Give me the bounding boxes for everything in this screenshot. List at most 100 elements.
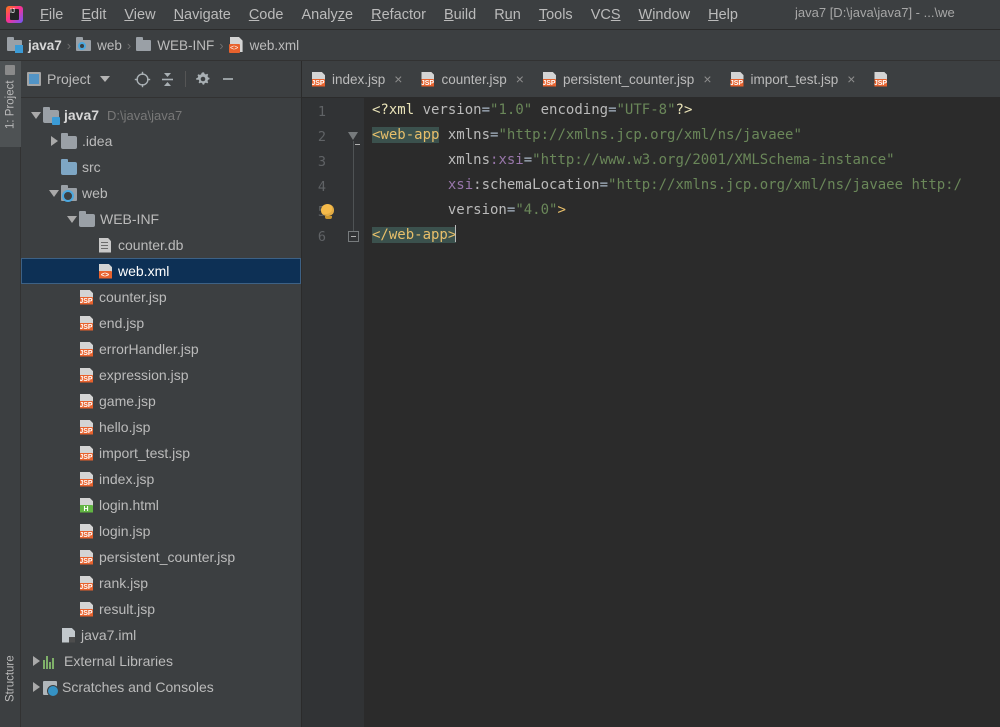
tree-row[interactable]: JSP index.jsp — [21, 466, 301, 492]
tree-row[interactable]: counter.db — [21, 232, 301, 258]
close-icon[interactable]: × — [847, 71, 855, 87]
tree-row[interactable]: JSP errorHandler.jsp — [21, 336, 301, 362]
tree-toggle-open-icon[interactable] — [29, 111, 43, 119]
source-folder-icon — [61, 158, 77, 175]
tree-row[interactable]: WEB-INF — [21, 206, 301, 232]
module-file-icon — [62, 627, 75, 643]
editor-tab-persistent-counter-jsp[interactable]: JSP persistent_counter.jsp × — [533, 61, 721, 97]
intention-lightbulb-icon[interactable] — [321, 204, 336, 219]
menu-item-navigate[interactable]: Navigate — [165, 4, 240, 26]
tree-row[interactable]: JSP counter.jsp — [21, 284, 301, 310]
breadcrumb-item-web[interactable]: web — [76, 37, 122, 53]
jsp-file-icon: JSP — [80, 445, 93, 461]
jsp-file-icon: JSP — [312, 71, 325, 87]
tree-item-label: web.xml — [118, 263, 170, 279]
tree-toggle-open-icon[interactable] — [47, 189, 61, 197]
menu-item-window[interactable]: Window — [630, 4, 700, 26]
tree-row[interactable]: JSP login.jsp — [21, 518, 301, 544]
code-content[interactable]: <?xml version="1.0" encoding="UTF-8"?> <w… — [364, 98, 1000, 727]
tool-window-button-structure[interactable]: Structure — [0, 651, 21, 727]
breadcrumb-item-web-xml[interactable]: <> web.xml — [228, 37, 300, 53]
module-folder-icon — [43, 106, 60, 125]
fold-end-icon[interactable] — [348, 231, 359, 242]
tree-row[interactable]: JSP result.jsp — [21, 596, 301, 622]
editor-tab-partial[interactable]: JSP — [864, 61, 897, 97]
menu-item-build[interactable]: Build — [435, 4, 485, 26]
editor-tab-counter-jsp[interactable]: JSP counter.jsp × — [411, 61, 532, 97]
tree-row[interactable]: JSP expression.jsp — [21, 362, 301, 388]
menu-item-help[interactable]: Help — [699, 4, 747, 26]
editor-tab-index-jsp[interactable]: JSP index.jsp × — [302, 61, 411, 97]
close-icon[interactable]: × — [516, 71, 524, 87]
tree-row[interactable]: Scratches and Consoles — [21, 674, 301, 700]
tree-row[interactable]: JSP hello.jsp — [21, 414, 301, 440]
tree-toggle-closed-icon[interactable] — [29, 682, 43, 692]
code-token: = — [481, 102, 491, 118]
code-line: version="4.0"> — [372, 198, 1000, 223]
tree-toggle-closed-icon[interactable] — [29, 656, 43, 666]
tree-row[interactable]: JSP game.jsp — [21, 388, 301, 414]
tree-toggle-open-icon[interactable] — [65, 215, 79, 223]
tree-row[interactable]: JSP import_test.jsp — [21, 440, 301, 466]
tree-row[interactable]: src — [21, 154, 301, 180]
tree-row[interactable]: java7.iml — [21, 622, 301, 648]
tree-item-label: rank.jsp — [99, 575, 149, 591]
tree-item-label: result.jsp — [99, 601, 156, 617]
menu-item-view[interactable]: View — [115, 4, 164, 26]
collapse-all-icon[interactable] — [157, 68, 179, 90]
project-panel-title: Project — [47, 71, 91, 87]
intellij-idea-logo-icon — [6, 6, 23, 23]
breadcrumb-separator: › — [126, 37, 132, 53]
menu-item-file[interactable]: File — [31, 4, 72, 26]
jsp-file-icon: JSP — [80, 393, 93, 409]
project-view-selector[interactable]: Project — [27, 71, 110, 87]
breadcrumb-label: web.xml — [249, 37, 300, 53]
jsp-file-icon: JSP — [80, 419, 93, 435]
tree-row[interactable]: JSP rank.jsp — [21, 570, 301, 596]
menu-item-edit[interactable]: Edit — [72, 4, 115, 26]
close-icon[interactable]: × — [394, 71, 402, 87]
menu-item-run[interactable]: Run — [485, 4, 530, 26]
tree-row[interactable]: JSP persistent_counter.jsp — [21, 544, 301, 570]
locate-icon[interactable] — [132, 68, 154, 90]
tool-window-button-project[interactable]: 1: Project — [0, 61, 21, 147]
tree-row[interactable]: .idea — [21, 128, 301, 154]
menu-item-refactor[interactable]: Refactor — [362, 4, 435, 26]
tree-row[interactable]: External Libraries — [21, 648, 301, 674]
tree-row[interactable]: JSP end.jsp — [21, 310, 301, 336]
menu-bar: FileEditViewNavigateCodeAnalyzeRefactorB… — [0, 0, 1000, 30]
editor-tab-label: index.jsp — [332, 71, 386, 87]
breadcrumb-item-web-inf[interactable]: WEB-INF — [136, 37, 214, 53]
tree-row[interactable]: web — [21, 180, 301, 206]
tree-item-label: login.html — [99, 497, 159, 513]
tree-toggle-closed-icon[interactable] — [47, 136, 61, 146]
menu-item-analyze[interactable]: Analyze — [293, 4, 363, 26]
code-token: "http://www.w3.org/2001/XMLSchema-instan… — [532, 152, 895, 168]
hide-panel-icon[interactable] — [217, 68, 239, 90]
module-folder-icon — [7, 37, 23, 53]
editor-tab-import-test-jsp[interactable]: JSP import_test.jsp × — [721, 61, 865, 97]
tree-row-selected[interactable]: <> web.xml — [21, 258, 301, 284]
menu-item-vcs[interactable]: VCS — [582, 4, 630, 26]
editor-gutter[interactable]: 123456 — [302, 98, 364, 727]
tree-row[interactable]: java7 D:\java\java7 — [21, 102, 301, 128]
jsp-file-icon: JSP — [80, 367, 93, 383]
code-token: = — [608, 102, 617, 118]
code-token: "UTF-8" — [616, 102, 676, 118]
fold-column[interactable] — [344, 98, 364, 727]
project-tree[interactable]: java7 D:\java\java7 .idea src web WEB-INF coun… — [21, 98, 301, 727]
jsp-file-icon: JSP — [80, 315, 93, 331]
tree-row[interactable]: Hlogin.html — [21, 492, 301, 518]
menu-item-code[interactable]: Code — [240, 4, 293, 26]
code-token: "1.0" — [490, 102, 533, 118]
line-number: 3 — [317, 154, 326, 170]
close-icon[interactable]: × — [703, 71, 711, 87]
breadcrumb-item-java7[interactable]: java7 — [7, 37, 62, 53]
fold-collapse-icon[interactable] — [348, 132, 360, 145]
menu-item-tools[interactable]: Tools — [530, 4, 582, 26]
jsp-file-icon: JSP — [80, 471, 93, 487]
settings-gear-icon[interactable] — [192, 68, 214, 90]
code-token: = — [599, 177, 609, 193]
